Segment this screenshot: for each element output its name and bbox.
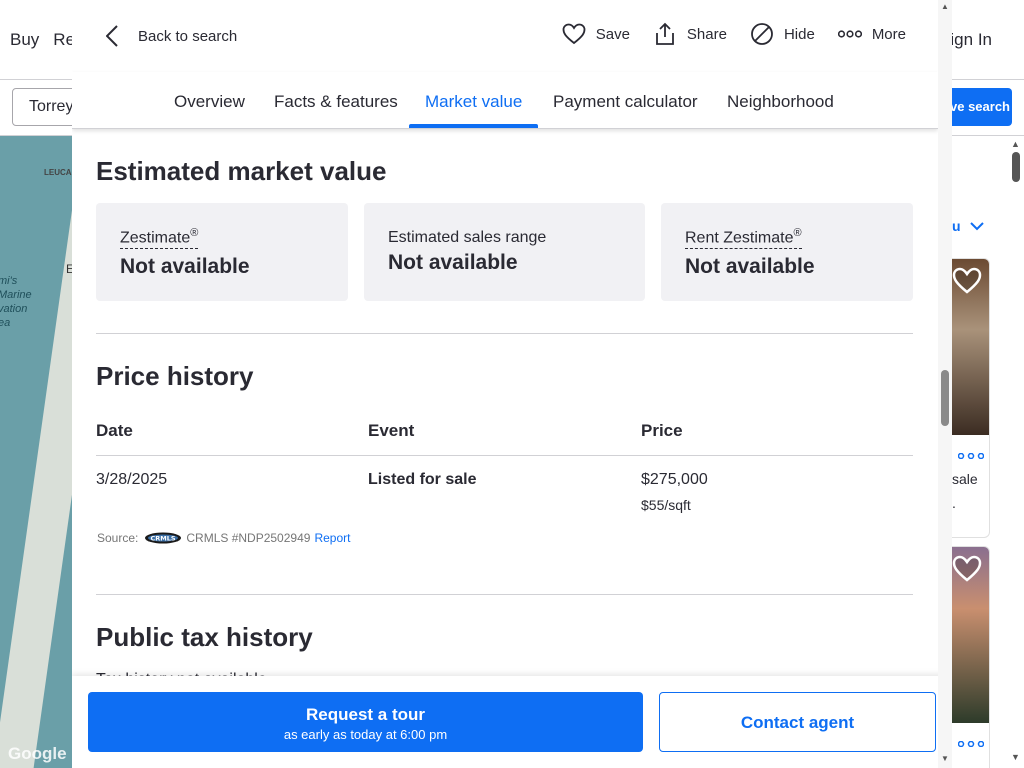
source-label: Source: [97,531,139,545]
share-icon [656,22,674,45]
rent-zestimate-value: Not available [685,255,815,279]
share-label: Share [686,25,727,43]
sign-in-link[interactable]: ign In [950,30,992,50]
scrollbar-thumb[interactable] [1012,152,1020,182]
listing-address: . [952,495,956,511]
scroll-down-arrow-icon[interactable]: ▼ [1011,752,1020,762]
row-price-per-sqft: $55/sqft [641,497,691,513]
map-coastline [0,136,72,768]
modal-footer: Request a tour as early as today at 6:00… [72,676,952,768]
tab-overview[interactable]: Overview [174,92,245,112]
column-header-event: Event [368,421,415,440]
price-history-heading: Price history [96,361,254,391]
request-tour-subtitle: as early as today at 6:00 pm [283,727,448,742]
zestimate-label[interactable]: Zestimate® [120,227,199,250]
listing-status: sale [952,471,978,487]
listing-card[interactable] [952,546,990,768]
hide-button[interactable]: Hide [750,22,815,46]
save-button[interactable]: Save [562,23,630,45]
more-icon[interactable] [958,453,984,459]
google-logo: Google [8,744,67,763]
modal-actions: Save Share Hide More [539,22,906,46]
chevron-left-icon [106,25,118,47]
modal-scrollbar[interactable]: ▲ ▼ [938,0,952,768]
tab-market-value[interactable]: Market value [425,92,522,112]
back-to-search-label: Back to search [138,27,238,45]
active-tab-indicator [409,124,538,128]
row-date: 3/28/2025 [96,471,168,488]
source-text: CRMLS #NDP2502949 [186,531,311,545]
section-divider [96,333,913,334]
row-event: Listed for sale [368,471,477,488]
listings-scrollbar[interactable]: ▲ ▼ [1008,136,1024,768]
more-icon [837,30,862,38]
modal-top-bar: Back to search Save Share Hide More [72,0,938,72]
property-details-modal: Back to search Save Share Hide More Over… [72,0,952,768]
row-price: $275,000 [641,471,708,488]
crmls-logo: CRMLS [145,532,182,544]
scroll-up-arrow-icon[interactable]: ▲ [1011,139,1020,149]
contact-agent-button[interactable]: Contact agent [659,692,936,752]
map-label: LEUCA [44,168,72,177]
tab-payment-calculator[interactable]: Payment calculator [553,92,698,112]
map-label: mi's Marine vation ea [0,275,32,329]
save-label: Save [595,25,630,43]
tab-facts-features[interactable]: Facts & features [274,92,398,112]
request-tour-label: Request a tour [305,705,426,724]
heart-icon [562,23,586,45]
report-link[interactable]: Report [314,531,350,545]
more-icon[interactable] [958,741,984,747]
public-tax-history-heading: Public tax history [96,622,313,652]
sales-range-box: Estimated sales range Not available [364,203,645,301]
hide-icon [751,23,773,45]
scrollbar-thumb[interactable] [941,370,949,426]
crmls-logo-text: CRMLS [151,535,176,543]
background-nav: Buy Re [10,30,75,50]
more-label: More [871,25,906,43]
request-tour-button[interactable]: Request a tour as early as today at 6:00… [88,692,643,752]
heart-icon[interactable] [952,267,982,295]
heart-icon[interactable] [952,555,982,583]
table-row: 3/28/2025 Listed for sale $275,000 $55/s… [96,456,913,526]
rent-zestimate-label[interactable]: Rent Zestimate® [685,227,802,250]
tab-neighborhood[interactable]: Neighborhood [727,92,834,112]
price-history-source: Source: CRMLS CRMLS #NDP2502949 Report [97,531,350,545]
back-to-search-button[interactable]: Back to search [106,22,237,50]
chevron-down-icon [970,222,985,231]
section-tabs: Overview Facts & features Market value P… [72,72,938,129]
more-button[interactable]: More [837,25,906,43]
zestimate-box: Zestimate® Not available [96,203,348,301]
column-header-price: Price [641,421,683,440]
hide-label: Hide [783,25,815,43]
share-button[interactable]: Share [653,22,727,46]
table-header: Date Event Price [96,421,913,456]
scroll-down-arrow-icon[interactable]: ▼ [941,754,949,763]
listing-card[interactable]: sale . [952,258,990,538]
market-value-heading: Estimated market value [96,156,387,186]
map[interactable]: LEUCA mi's Marine vation ea E Google [0,136,72,768]
section-divider [96,594,913,595]
rent-zestimate-box: Rent Zestimate® Not available [661,203,913,301]
nav-buy[interactable]: Buy [10,30,39,50]
zestimate-value: Not available [120,255,250,279]
price-history-table: Date Event Price 3/28/2025 Listed for sa… [96,421,913,526]
column-header-date: Date [96,421,133,440]
scroll-up-arrow-icon[interactable]: ▲ [941,2,949,11]
sales-range-label: Estimated sales range [388,229,547,246]
sort-dropdown[interactable]: u [952,218,985,234]
sales-range-value: Not available [388,251,518,274]
